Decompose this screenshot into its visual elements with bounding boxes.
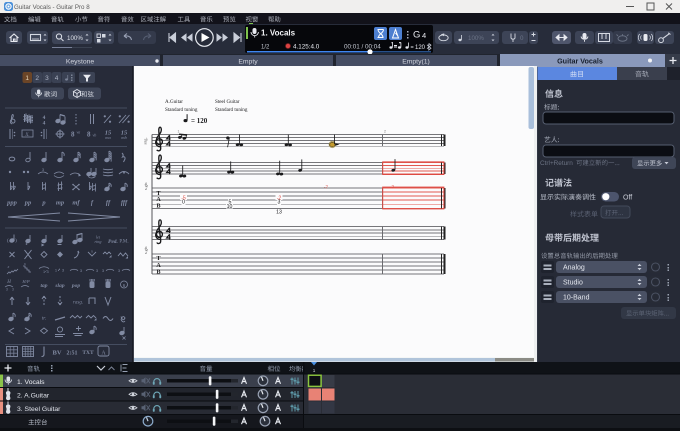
svg-text:A: A: [156, 197, 161, 203]
svg-text:1. Vocals: 1. Vocals: [261, 29, 296, 38]
svg-text:fff: fff: [121, 200, 128, 207]
svg-text:x: x: [90, 249, 93, 254]
svg-text:ppp: ppp: [6, 200, 18, 207]
svg-text:2:51: 2:51: [67, 351, 78, 357]
svg-text:s.gtr.: s.gtr.: [143, 182, 148, 190]
svg-text:00:01 / 00:04: 00:01 / 00:04: [344, 44, 381, 51]
svg-text:4.125:4.0: 4.125:4.0: [293, 44, 320, 51]
svg-text:1: 1: [25, 75, 29, 82]
svg-text:Ctrl+Return: Ctrl+Return: [540, 160, 573, 167]
svg-text:Studio: Studio: [563, 280, 583, 287]
svg-text:Analog: Analog: [563, 265, 585, 272]
svg-text:X.: X.: [24, 133, 29, 138]
svg-text:ring: ring: [95, 239, 102, 244]
svg-text:Standard tuning: Standard tuning: [165, 107, 198, 113]
svg-text:tap: tap: [40, 283, 47, 289]
svg-text:10-Band: 10-Band: [563, 295, 590, 302]
svg-text:Off: Off: [623, 195, 632, 202]
svg-text:mp: mp: [56, 200, 65, 207]
svg-text:3: 3: [45, 75, 49, 82]
svg-text:Standard tuning: Standard tuning: [215, 107, 248, 113]
svg-text:3: 3: [46, 270, 48, 274]
svg-text:A.Guitar: A.Guitar: [165, 99, 183, 105]
svg-text:rasg.: rasg.: [73, 301, 83, 306]
svg-text:vb: vb: [93, 133, 97, 138]
svg-text:1. Vocals: 1. Vocals: [17, 379, 45, 386]
svg-text:mb: mb: [121, 135, 127, 140]
svg-text:8: 8: [87, 131, 91, 139]
svg-text:s.gtr.: s.gtr.: [143, 246, 148, 254]
svg-text:H/P: H/P: [21, 279, 30, 284]
svg-text:4: 4: [43, 121, 46, 127]
svg-text:BV: BV: [52, 350, 61, 357]
svg-text:100%: 100%: [468, 35, 484, 42]
svg-text:-7: -7: [324, 185, 329, 190]
svg-text:x: x: [7, 264, 10, 269]
svg-text:2: 2: [35, 75, 39, 82]
svg-text:10: 10: [227, 204, 233, 210]
svg-text:G: G: [413, 30, 420, 41]
svg-text:T: T: [156, 191, 160, 197]
svg-text:4: 4: [55, 75, 59, 82]
svg-text:1: 1: [178, 130, 180, 134]
svg-text:-7: -7: [390, 185, 395, 190]
svg-text:pop: pop: [71, 283, 81, 289]
svg-text:3. Steel Guitar: 3. Steel Guitar: [17, 406, 61, 413]
svg-text:0: 0: [520, 35, 524, 42]
svg-text:Empty: Empty: [238, 59, 258, 66]
svg-text:A: A: [101, 351, 106, 357]
svg-text:slap: slap: [54, 283, 64, 289]
svg-text:ma: ma: [105, 135, 111, 140]
svg-text:H: H: [6, 280, 11, 285]
svg-text:13: 13: [276, 210, 282, 216]
svg-text:100%: 100%: [67, 35, 83, 42]
svg-text:= 120: = 120: [191, 117, 208, 125]
svg-text:1: 1: [313, 368, 316, 373]
svg-text:A: A: [156, 263, 161, 269]
svg-text:tr.: tr.: [42, 316, 47, 322]
svg-text:B: B: [156, 269, 160, 275]
svg-text:1/2: 1/2: [261, 45, 270, 51]
svg-text:Guitar Vocals: Guitar Vocals: [557, 57, 603, 66]
svg-text:2: 2: [384, 130, 386, 134]
svg-text:3: 3: [6, 288, 8, 292]
svg-text:=: =: [411, 45, 414, 51]
svg-text:T: T: [156, 256, 160, 262]
svg-text:TXT: TXT: [82, 350, 94, 356]
svg-text:4: 4: [422, 31, 426, 40]
svg-text:Ped.: Ped.: [108, 239, 118, 245]
svg-text:pp: pp: [24, 200, 32, 207]
svg-text:): ): [15, 237, 17, 244]
svg-text:P.M.: P.M.: [119, 240, 128, 245]
svg-text:3: 3: [12, 288, 14, 292]
svg-text:1: 1: [43, 270, 45, 274]
svg-text:8: 8: [71, 131, 75, 139]
svg-text:mf: mf: [72, 200, 80, 207]
svg-text:3: 3: [278, 200, 281, 206]
svg-text:va: va: [77, 130, 81, 135]
svg-text:B: B: [156, 204, 160, 210]
svg-text:Steel Guitar: Steel Guitar: [215, 99, 240, 105]
svg-text:2. A.Guitar: 2. A.Guitar: [17, 393, 50, 400]
svg-text:Empty(1): Empty(1): [402, 59, 430, 66]
svg-text:Guitar Vocals - Guitar Pro 8: Guitar Vocals - Guitar Pro 8: [14, 4, 90, 11]
svg-text:sng.: sng.: [143, 137, 148, 144]
svg-text:Keystone: Keystone: [66, 59, 95, 66]
svg-text:120: 120: [415, 45, 426, 51]
svg-text:0: 0: [182, 200, 185, 206]
svg-text:x: x: [23, 261, 26, 266]
svg-text:(: (: [7, 237, 9, 244]
